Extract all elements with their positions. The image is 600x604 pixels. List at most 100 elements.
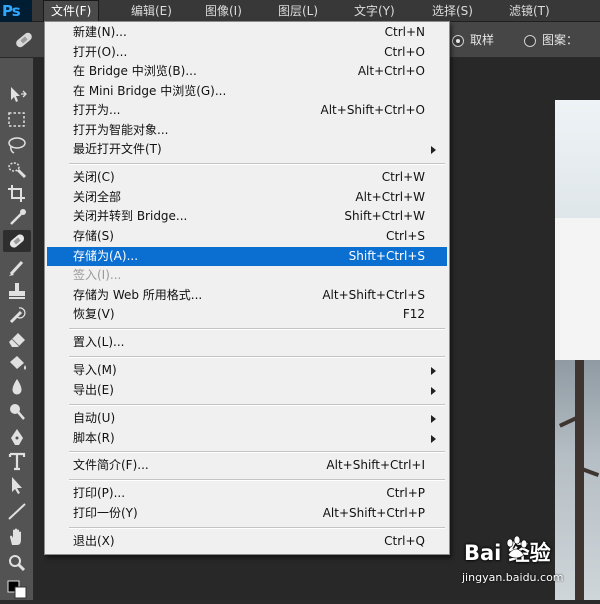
blur-icon[interactable] [3,376,31,398]
menu-item-shortcut: Ctrl+S [385,229,425,243]
menu-export[interactable]: 导出(E) [47,381,447,400]
menu-print-one-copy[interactable]: 打印一份(Y) Alt+Shift+Ctrl+P [47,504,447,523]
crop-icon[interactable] [3,182,31,204]
healing-brush-tool-icon[interactable] [3,230,31,252]
menu-filter[interactable]: 滤镜(T) [502,0,557,22]
menu-item-shortcut: Alt+Shift+Ctrl+S [322,288,425,302]
menu-item-label: 新建(N)... [73,25,127,39]
color-swatches-icon[interactable] [3,578,31,600]
eyedropper-icon[interactable] [3,206,31,228]
menu-item-shortcut: Ctrl+P [386,486,425,500]
paint-bucket-icon[interactable] [3,352,31,374]
menu-item-shortcut: Alt+Shift+Ctrl+O [320,103,425,117]
lasso-icon[interactable] [3,134,31,156]
submenu-arrow-icon [431,435,436,443]
menu-save-as[interactable]: 存储为(A)... Shift+Ctrl+S [47,247,447,266]
pattern-radio[interactable]: 图案： [524,32,578,48]
menu-item-label: 在 Mini Bridge 中浏览(G)... [73,84,227,98]
menu-item-shortcut: Alt+Ctrl+O [357,64,425,78]
history-brush-icon[interactable] [3,304,31,326]
menu-import[interactable]: 导入(M) [47,361,447,380]
type-icon[interactable] [3,450,31,472]
menu-item-label: 文件简介(F)... [73,458,149,472]
menu-item-label: 打印一份(Y) [73,506,138,520]
menu-revert[interactable]: 恢复(V) F12 [47,305,447,324]
menu-item-label: 签入(I)... [73,268,122,282]
file-menu-dropdown: 新建(N)... Ctrl+N 打开(O)... Ctrl+O 在 Bridge 中… [44,21,450,555]
menu-bar: Ps 文件(F) 编辑(E) 图像(I) 图层(L) 文字(Y) 选择(S) 滤… [0,0,600,22]
menu-separator [69,479,445,481]
dodge-icon[interactable] [3,400,31,422]
line-icon[interactable] [3,500,31,522]
menu-item-label: 脚本(R) [73,431,115,445]
menu-automate[interactable]: 自动(U) [47,409,447,428]
pen-icon[interactable] [3,426,31,448]
menu-close-all[interactable]: 关闭全部 Alt+Ctrl+W [47,188,447,207]
marquee-icon[interactable] [3,109,31,131]
ps-logo: Ps [0,0,32,22]
menu-item-label: 在 Bridge 中浏览(B)... [73,64,197,78]
menu-item-label: 关闭(C) [73,170,115,184]
watermark-url: jingyan.baidu.com [462,571,564,584]
menu-file-info[interactable]: 文件简介(F)... Alt+Shift+Ctrl+I [47,456,447,475]
menu-layer[interactable]: 图层(L) [271,0,325,22]
healing-brush-icon[interactable] [12,28,36,52]
menu-item-label: 打开(O)... [73,45,128,59]
menu-save-for-web[interactable]: 存储为 Web 所用格式... Alt+Shift+Ctrl+S [47,286,447,305]
menu-separator [69,356,445,358]
menu-scripts[interactable]: 脚本(R) [47,429,447,448]
menu-edit[interactable]: 编辑(E) [124,0,179,22]
menu-separator [69,527,445,529]
menu-item-label: 自动(U) [73,411,116,425]
menu-item-shortcut: F12 [402,307,425,321]
menu-item-label: 存储(S) [73,229,114,243]
eraser-icon[interactable] [3,328,31,350]
document-canvas[interactable] [555,100,600,600]
baidu-paw-icon [506,535,528,559]
quick-select-icon[interactable] [3,158,31,180]
sample-radio[interactable]: 取样 [452,32,494,48]
submenu-arrow-icon [431,146,436,154]
menu-item-label: 打开为... [73,103,121,117]
menu-close[interactable]: 关闭(C) Ctrl+W [47,168,447,187]
sample-label: 取样 [470,33,495,47]
menu-browse-mini-bridge[interactable]: 在 Mini Bridge 中浏览(G)... [47,82,447,101]
hand-icon[interactable] [3,526,31,548]
submenu-arrow-icon [431,367,436,375]
menu-type[interactable]: 文字(Y) [347,0,402,22]
menu-open-smart-object[interactable]: 打开为智能对象... [47,121,447,140]
menu-print[interactable]: 打印(P)... Ctrl+P [47,484,447,503]
menu-check-in: 签入(I)... [47,266,447,285]
menu-browse-bridge[interactable]: 在 Bridge 中浏览(B)... Alt+Ctrl+O [47,62,447,81]
menu-recent-files[interactable]: 最近打开文件(T) [47,140,447,159]
brush-icon[interactable] [3,256,31,278]
menu-select[interactable]: 选择(S) [425,0,480,22]
move-icon[interactable] [3,83,31,105]
pattern-label: 图案： [542,33,579,47]
menu-item-shortcut: Alt+Shift+Ctrl+I [326,458,425,472]
menu-exit[interactable]: 退出(X) Ctrl+Q [47,532,447,551]
menu-item-label: 恢复(V) [73,307,115,321]
menu-new[interactable]: 新建(N)... Ctrl+N [47,23,447,42]
menu-item-shortcut: Ctrl+W [381,170,425,184]
menu-item-shortcut: Shift+Ctrl+S [348,249,425,263]
menu-separator [69,328,445,330]
menu-place[interactable]: 置入(L)... [47,333,447,352]
menu-item-label: 最近打开文件(T) [73,142,162,156]
menu-item-shortcut: Shift+Ctrl+W [344,209,425,223]
menu-file[interactable]: 文件(F) [43,0,100,22]
menu-open-as[interactable]: 打开为... Alt+Shift+Ctrl+O [47,101,447,120]
path-select-icon[interactable] [3,474,31,496]
menu-image[interactable]: 图像(I) [198,0,249,22]
menu-open[interactable]: 打开(O)... Ctrl+O [47,43,447,62]
menu-item-label: 存储为(A)... [73,249,139,263]
menu-item-label: 退出(X) [73,534,115,548]
menu-item-label: 导入(M) [73,363,117,377]
clone-stamp-icon[interactable] [3,280,31,302]
submenu-arrow-icon [431,387,436,395]
menu-save[interactable]: 存储(S) Ctrl+S [47,227,447,246]
menu-close-go-bridge[interactable]: 关闭并转到 Bridge... Shift+Ctrl+W [47,207,447,226]
tools-panel [0,58,34,600]
menu-item-label: 置入(L)... [73,335,125,349]
zoom-icon[interactable] [3,552,31,574]
